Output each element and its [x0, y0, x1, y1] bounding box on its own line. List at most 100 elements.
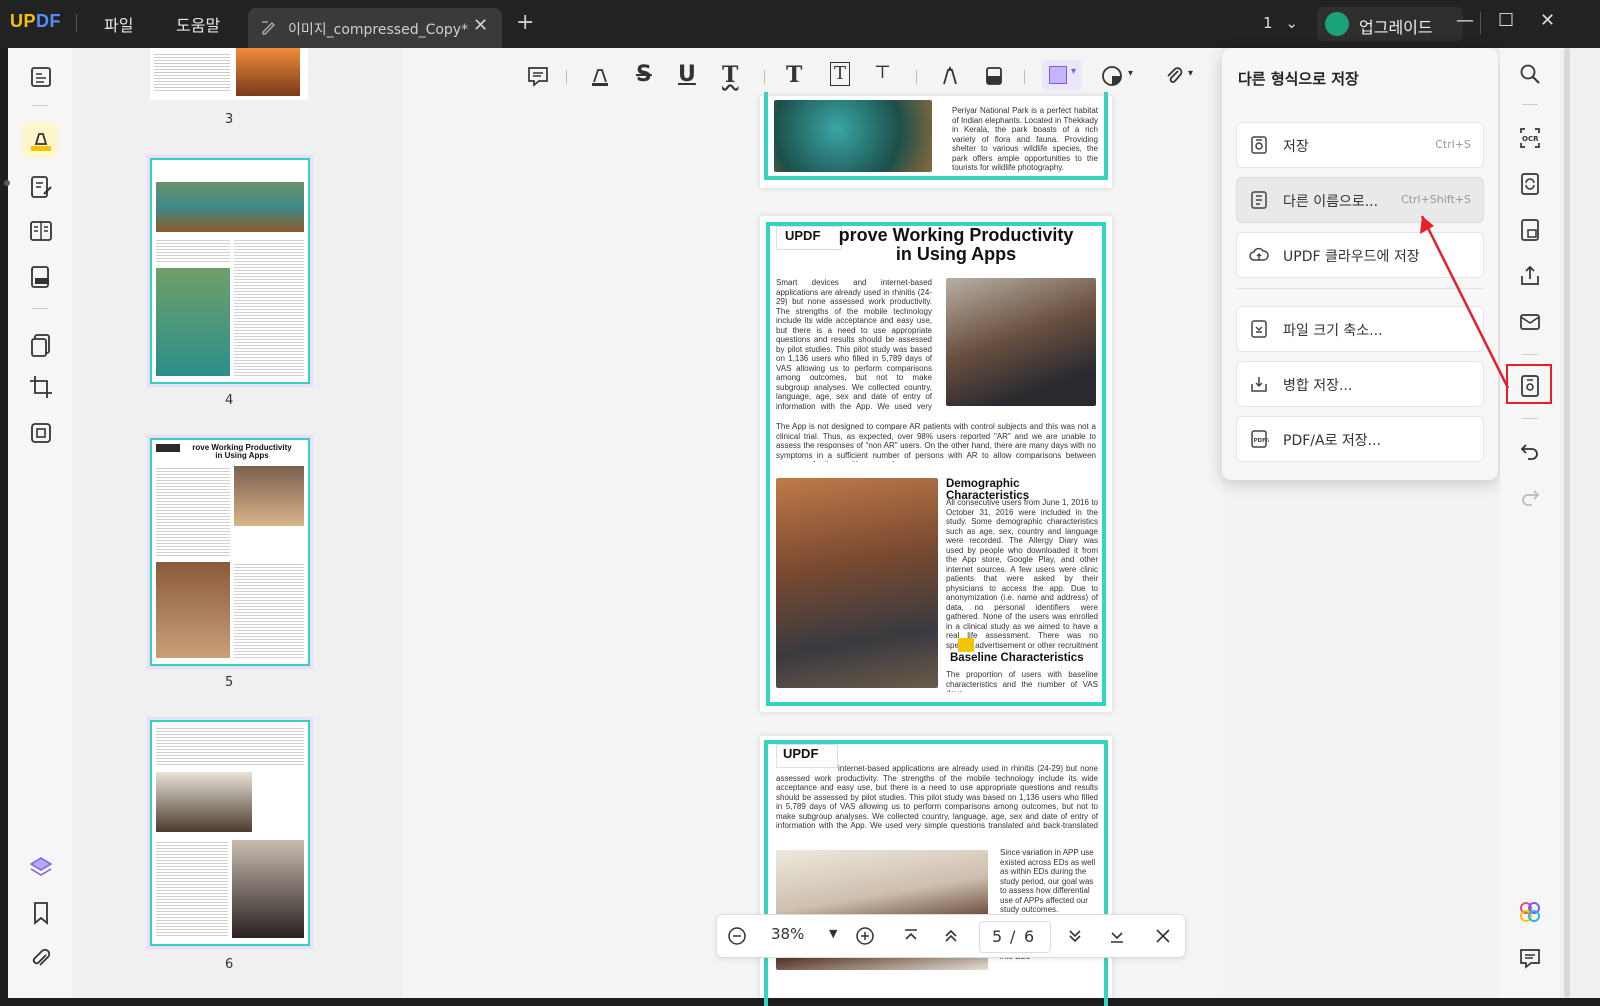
chevron-down-icon[interactable]: ▼: [829, 927, 837, 940]
edit-document-icon: [262, 21, 275, 35]
text-callout-icon[interactable]: ⊤: [874, 62, 891, 83]
divider: [1522, 418, 1538, 419]
updf-logo[interactable]: UPDF: [10, 11, 61, 32]
close-tab-icon[interactable]: ✕: [473, 15, 488, 36]
svg-text:OCR: OCR: [1522, 135, 1539, 143]
pages-icon[interactable]: [28, 332, 54, 358]
close-zoom-bar-icon[interactable]: [1153, 926, 1173, 946]
page-indicator[interactable]: 1 ⌄: [1263, 14, 1298, 32]
save-pdfa-button[interactable]: PDF/A PDF/A로 저장...: [1236, 416, 1484, 462]
edit-pdf-icon[interactable]: [28, 174, 54, 200]
attachment-icon[interactable]: [28, 946, 54, 972]
squiggly-icon[interactable]: T: [722, 62, 738, 88]
upgrade-button[interactable]: 업그레이드: [1317, 7, 1463, 41]
right-toolbar: OCR: [1500, 48, 1560, 998]
search-icon[interactable]: [1518, 62, 1542, 86]
layers-icon[interactable]: [28, 854, 54, 880]
maximize-button[interactable]: ☐: [1498, 10, 1514, 31]
logo-mark: [156, 444, 180, 452]
divider: [76, 14, 77, 32]
page-title-line-1: prove Working Productivity: [838, 225, 1074, 245]
save-label: 저장: [1283, 139, 1309, 155]
page-input[interactable]: 5 / 6: [979, 921, 1051, 953]
thumbnail-page-5[interactable]: rove Working Productivity in Using Apps: [150, 438, 310, 666]
lagoon-photo: [156, 268, 230, 376]
stamp-icon[interactable]: [1100, 64, 1126, 88]
chevron-down-icon[interactable]: ▾: [1188, 68, 1193, 79]
ai-assistant-icon[interactable]: [1518, 900, 1542, 924]
highlight-icon[interactable]: [588, 64, 612, 88]
pdfa-icon: PDF/A: [1251, 430, 1269, 448]
text-box-icon[interactable]: T: [830, 62, 851, 86]
divider: [916, 70, 917, 84]
close-window-button[interactable]: ✕: [1540, 10, 1555, 31]
pencil-icon[interactable]: [938, 64, 962, 88]
comments-list-icon[interactable]: [1518, 946, 1542, 970]
zoom-out-icon[interactable]: [727, 926, 747, 946]
thumbnail-page-3[interactable]: [150, 48, 308, 100]
form-icon[interactable]: [28, 264, 54, 290]
chevron-down-icon: ▾: [1071, 66, 1077, 77]
new-tab-button[interactable]: +: [516, 10, 534, 35]
document-view: Periyar National Park is a perfect habit…: [402, 48, 1222, 1006]
email-icon[interactable]: [1518, 310, 1542, 334]
previous-page-icon[interactable]: [941, 926, 961, 946]
paragraph: The proportion of users with baseline ch…: [946, 670, 1098, 692]
chevron-down-icon[interactable]: ▾: [1128, 68, 1133, 79]
minimize-button[interactable]: —: [1456, 10, 1474, 31]
save-button[interactable]: 저장 Ctrl+S: [1236, 122, 1484, 168]
team-photo: [156, 562, 230, 658]
team-laptops-photo: [776, 478, 938, 688]
document-tab[interactable]: 이미지_compressed_Copy* ✕: [248, 8, 502, 48]
menu-file[interactable]: 파일: [104, 12, 133, 36]
pdf-page-6: UPDF internet-based applications are alr…: [760, 736, 1112, 1006]
save-as-label: 다른 이름으로...: [1283, 194, 1379, 210]
highlighter-icon: [31, 133, 51, 151]
attach-icon[interactable]: [1162, 64, 1186, 88]
share-icon[interactable]: [1518, 264, 1542, 288]
page-title: prove Working Productivity in Using Apps: [820, 226, 1092, 264]
ocr-icon[interactable]: OCR: [1518, 126, 1542, 150]
page-indicator-value: 1: [1263, 14, 1273, 32]
divider: [1522, 354, 1538, 355]
protect-icon[interactable]: [28, 420, 54, 446]
protect-document-icon[interactable]: [1518, 218, 1542, 242]
text-block: [156, 238, 230, 264]
eraser-icon[interactable]: [982, 64, 1006, 88]
convert-icon[interactable]: [1518, 172, 1542, 196]
text-comment-icon[interactable]: T: [786, 62, 802, 88]
page-number-6: 6: [225, 957, 234, 972]
paragraph: Periyar National Park is a perfect habit…: [952, 106, 1098, 172]
text-block: [156, 466, 230, 556]
reader-icon[interactable]: [28, 64, 54, 90]
sticky-note-icon[interactable]: [958, 638, 974, 652]
scrollbar[interactable]: [1560, 48, 1600, 998]
thumbnail-panel: 3 4 rove Working Productivity in Using Ap…: [72, 48, 402, 998]
zoom-in-icon[interactable]: [855, 926, 875, 946]
menu-help[interactable]: 도움말: [176, 12, 220, 36]
paragraph: All consecutive users from June 1, 2016 …: [946, 498, 1098, 650]
undo-icon[interactable]: [1518, 440, 1542, 464]
strikethrough-icon[interactable]: S: [636, 62, 652, 87]
bookmark-icon[interactable]: [28, 900, 54, 926]
first-page-icon[interactable]: [901, 926, 921, 946]
section-heading: Baseline Characteristics: [950, 652, 1084, 664]
flatten-save-label: 병합 저장...: [1283, 378, 1353, 394]
save-as-other-icon[interactable]: [1518, 374, 1542, 398]
avatar: [1325, 12, 1349, 36]
zoom-bar: 38% ▼ 5 / 6: [716, 914, 1186, 958]
redo-icon[interactable]: [1518, 486, 1542, 510]
crop-icon[interactable]: [28, 374, 54, 400]
upgrade-label: 업그레이드: [1359, 18, 1433, 37]
note-icon[interactable]: [526, 64, 550, 88]
next-page-icon[interactable]: [1065, 926, 1085, 946]
organize-pages-icon[interactable]: [28, 218, 54, 244]
underline-icon[interactable]: U: [678, 62, 696, 87]
shape-tool-button[interactable]: ▾: [1042, 60, 1082, 90]
last-page-icon[interactable]: [1107, 926, 1127, 946]
thumbnail-page-4[interactable]: [150, 158, 310, 384]
thumbnail-page-6[interactable]: [150, 720, 310, 946]
zoom-value[interactable]: 38%: [771, 925, 804, 943]
divider: [764, 70, 765, 84]
scrollbar-track[interactable]: [1564, 48, 1570, 998]
